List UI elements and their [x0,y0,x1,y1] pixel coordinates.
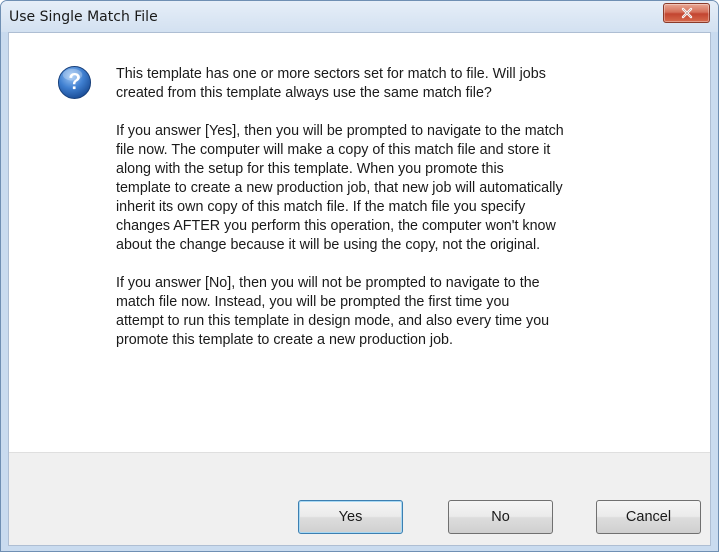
close-button[interactable] [663,3,710,23]
window-title: Use Single Match File [9,9,158,25]
button-bar: Yes No Cancel [9,452,710,545]
cancel-button[interactable]: Cancel [596,500,701,534]
yes-button[interactable]: Yes [298,500,403,534]
title-bar[interactable]: Use Single Match File [1,1,718,32]
no-button[interactable]: No [448,500,553,534]
dialog-window: Use Single Match File This template has … [0,0,719,552]
message-paragraph-2: If you answer [Yes], then you will be pr… [116,123,564,253]
dialog-message: This template has one or more sectors se… [116,65,696,369]
close-icon [681,7,692,19]
message-paragraph-1: This template has one or more sectors se… [116,66,546,101]
dialog-content: This template has one or more sectors se… [8,32,711,546]
question-icon [57,65,92,100]
message-paragraph-3: If you answer [No], then you will not be… [116,275,550,348]
